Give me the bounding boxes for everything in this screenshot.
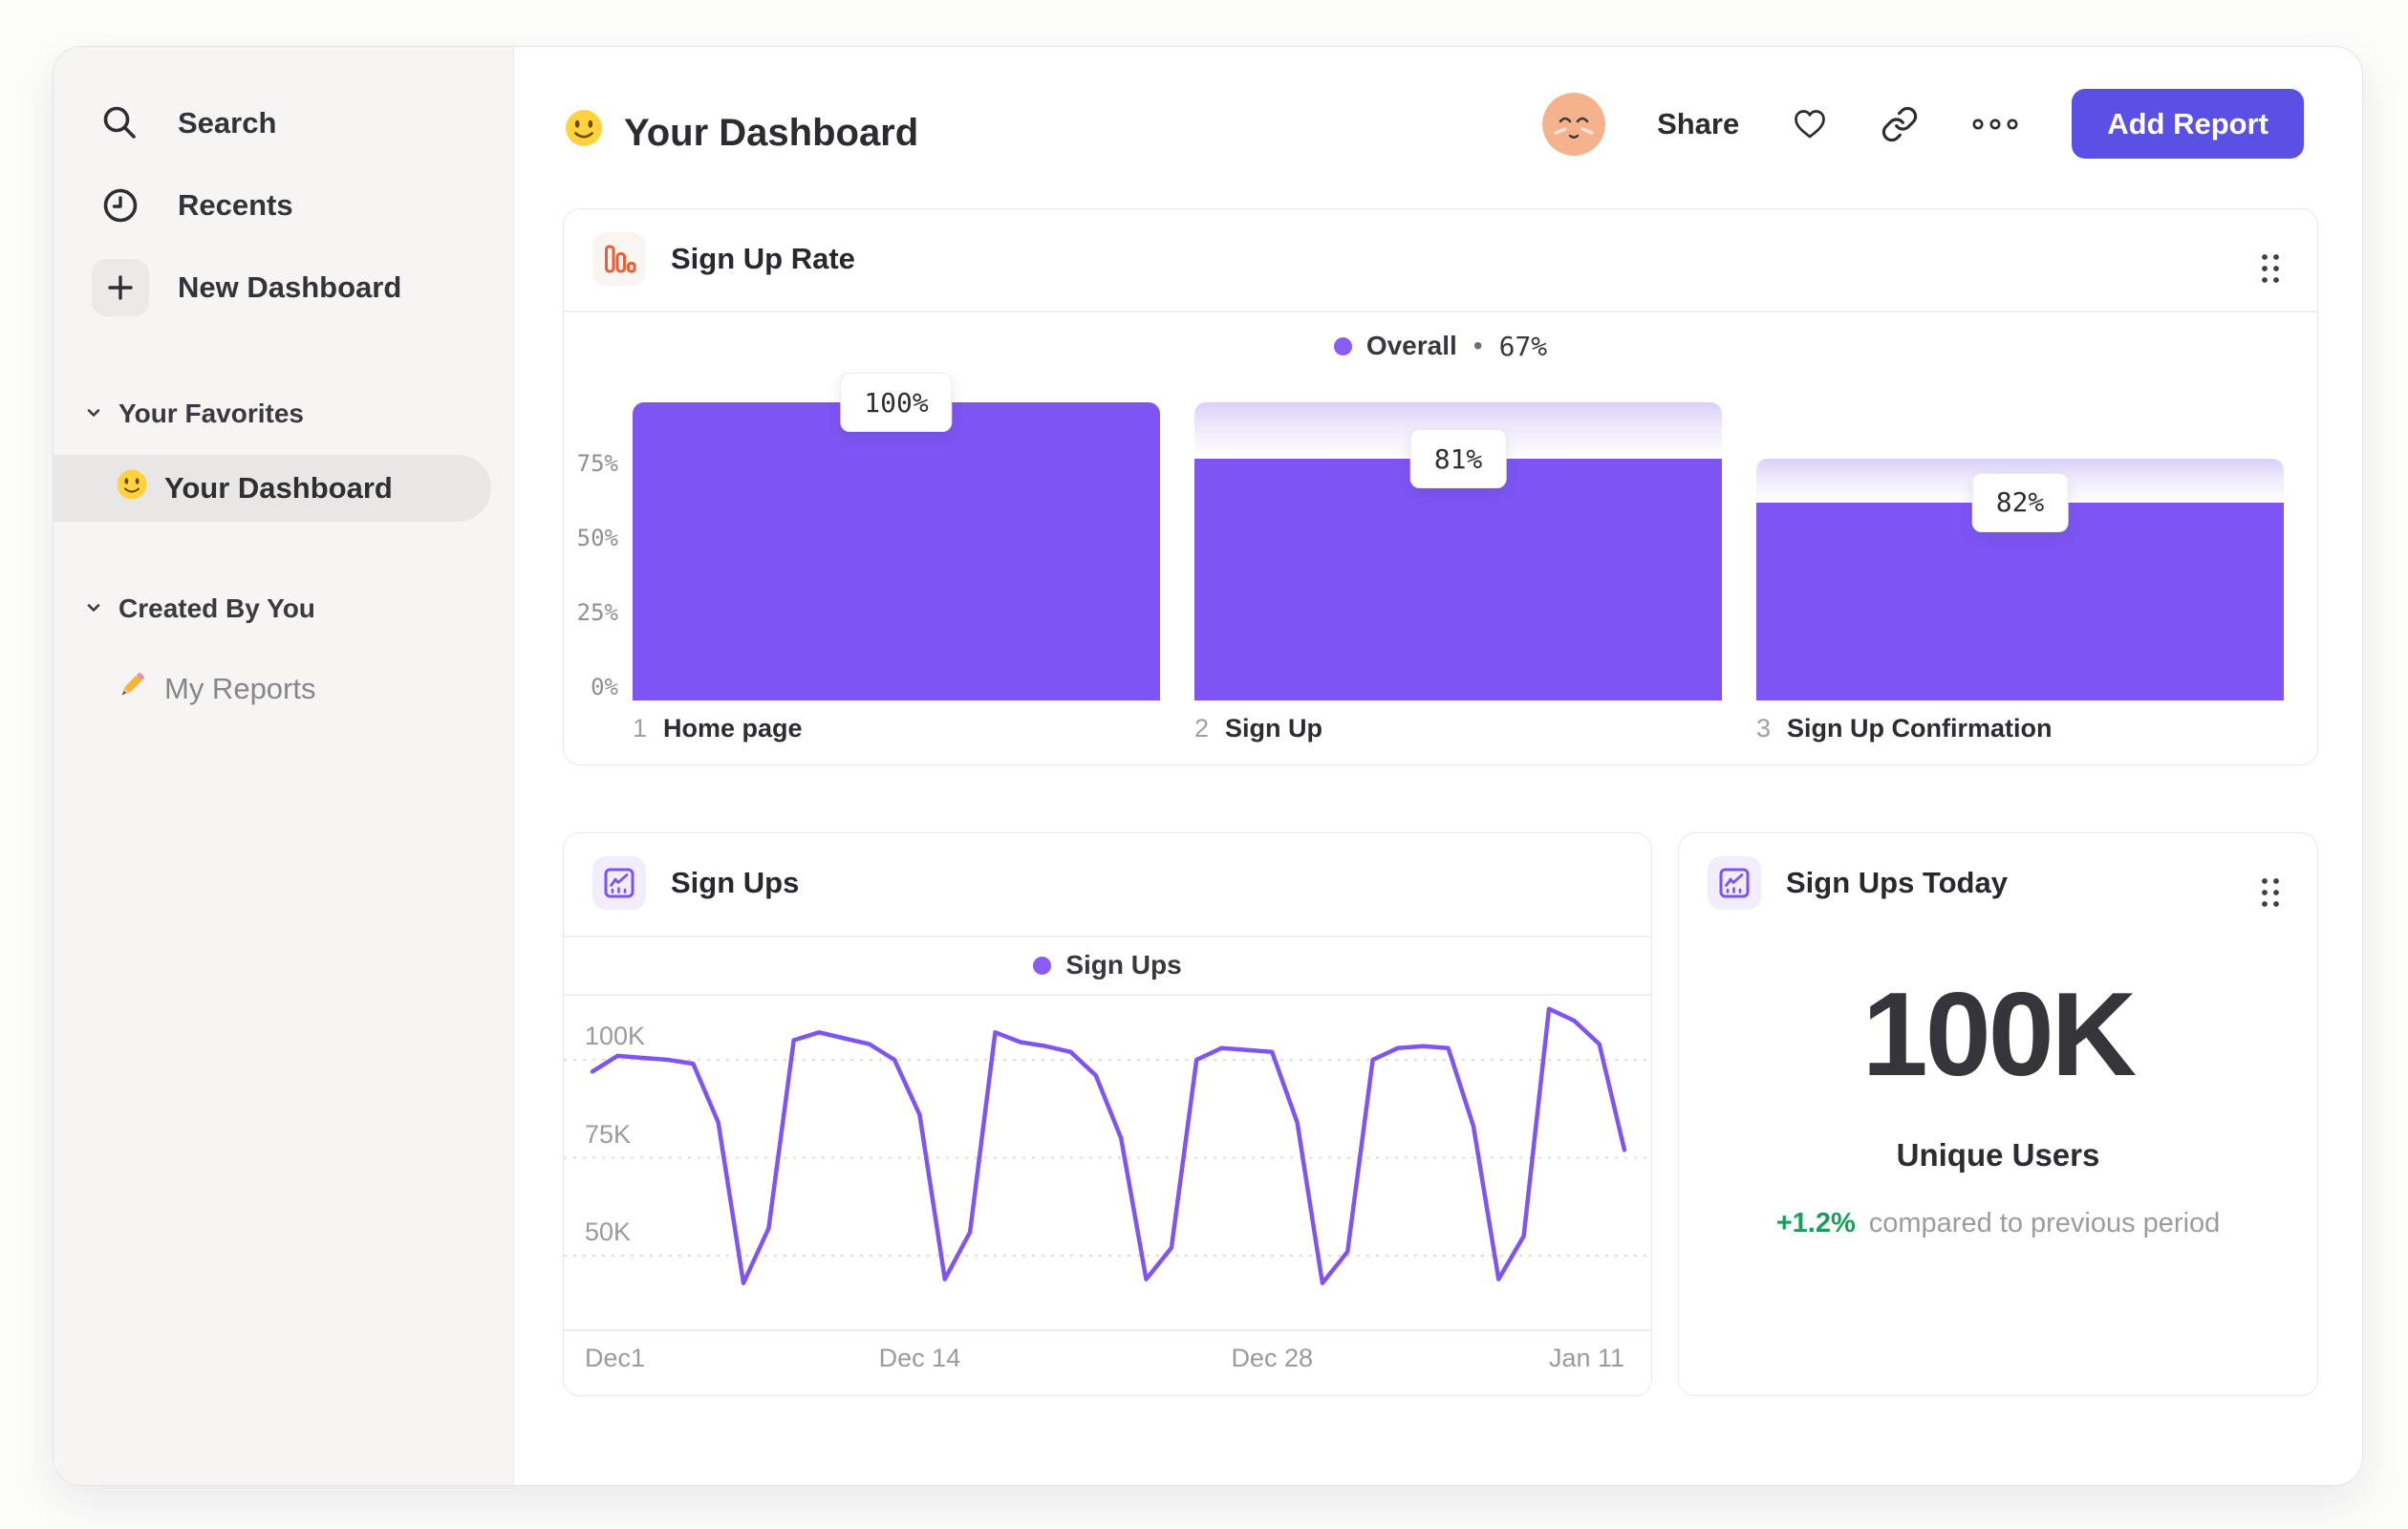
section-label: Created By You [118, 593, 315, 623]
funnel-y-tick-label: 25% [576, 599, 618, 626]
search-icon [92, 95, 149, 152]
sidebar-item-new-dashboard[interactable]: New Dashboard [92, 259, 401, 316]
big-number-value: 100K [1861, 969, 2137, 1101]
line-chart-svg [564, 1006, 1651, 1331]
drag-handle-icon[interactable] [2258, 873, 2283, 916]
funnel-value-tooltip: 100% [840, 373, 953, 432]
sidebar-item-recents[interactable]: Recents [92, 177, 293, 234]
line-x-tick-label: Dec 28 [1231, 1344, 1313, 1372]
funnel-y-tick-label: 50% [576, 525, 618, 551]
page-title: Your Dashboard [563, 97, 918, 169]
line-series[interactable] [590, 1006, 1627, 1285]
funnel-step-label: 1 Home page [633, 714, 803, 743]
funnel-y-tick-label: 75% [576, 450, 618, 477]
sidebar-item-search[interactable]: Search [92, 95, 276, 152]
sidebar-item-label: Recents [178, 188, 293, 222]
sidebar-item-label: My Reports [164, 672, 316, 705]
chevron-down-icon [84, 398, 103, 429]
delta-row: +1.2% compared to previous period [1679, 1208, 2317, 1239]
funnel-step-label: 2 Sign Up [1194, 714, 1322, 743]
copy-link-icon[interactable] [1881, 105, 1919, 143]
line-y-tick-label: 75K [585, 1119, 632, 1149]
sidebar: Search Recents New Dashboard Your Favori… [54, 47, 514, 1485]
line-y-tick-label: 100K [585, 1022, 646, 1050]
funnel-bar[interactable] [1756, 502, 2284, 700]
funnel-value-tooltip: 81% [1409, 429, 1507, 489]
delta-value: +1.2% [1775, 1208, 1856, 1238]
pencil-emoji-icon [115, 668, 149, 710]
funnel-value-tooltip: 82% [1971, 472, 2069, 532]
sidebar-section-your-favorites[interactable]: Your Favorites [84, 398, 304, 429]
sidebar-item-label: Search [178, 106, 277, 140]
funnel-card[interactable]: Sign Up Rate Overall • 67% 75% 50% 25% 0% 10… [563, 208, 2318, 765]
sidebar-item-my-reports[interactable]: My Reports [115, 660, 315, 718]
add-report-button[interactable]: Add Report [2072, 89, 2304, 159]
sidebar-item-label: Your Dashboard [164, 471, 393, 505]
smiley-emoji-icon [563, 107, 605, 159]
big-number-card[interactable]: Sign Ups Today 100K Unique Users +1.2% c… [1678, 832, 2318, 1396]
metric-label: Unique Users [1896, 1137, 2100, 1173]
card-title: Sign Ups Today [1786, 866, 2008, 899]
smiley-emoji-icon [115, 467, 149, 509]
funnel-step-label: 3 Sign Up Confirmation [1756, 714, 2053, 743]
line-chart-card[interactable]: Sign Ups Sign Ups 100K 75K 50K Dec1 Dec 14 De… [563, 832, 1652, 1396]
step-index: 3 [1756, 714, 1772, 743]
sidebar-section-created-by-you[interactable]: Created By You [84, 593, 315, 624]
plus-icon [92, 259, 149, 316]
step-name: Sign Up [1225, 714, 1323, 743]
chevron-down-icon [84, 593, 103, 624]
funnel-plot: 75% 50% 25% 0% 100% 1 Home page 81% 2 Sign Up 82% 3… [564, 209, 2317, 764]
section-label: Your Favorites [118, 398, 304, 428]
clock-icon [92, 177, 149, 234]
delta-note: compared to previous period [1868, 1208, 2221, 1238]
funnel-bar[interactable] [633, 402, 1160, 700]
more-options-icon[interactable] [1970, 115, 2020, 134]
step-index: 1 [633, 714, 648, 743]
funnel-y-tick-label: 0% [591, 674, 618, 700]
sidebar-item-label: New Dashboard [178, 270, 402, 304]
share-button[interactable]: Share [1657, 107, 1739, 141]
step-name: Sign Up Confirmation [1787, 714, 2053, 743]
line-x-tick-label: Jan 11 [1548, 1344, 1624, 1372]
favorite-heart-icon[interactable] [1791, 105, 1829, 143]
header-actions: Share Add Report [1542, 89, 2304, 159]
avatar[interactable] [1542, 92, 1606, 156]
line-x-tick-label: Dec 14 [878, 1344, 961, 1372]
step-name: Home page [663, 714, 803, 743]
sidebar-item-your-dashboard[interactable]: Your Dashboard [54, 455, 491, 522]
line-plot: 100K 75K 50K Dec1 Dec 14 Dec 28 Jan 11 [564, 833, 1651, 1395]
line-x-tick-label: Dec1 [585, 1344, 646, 1372]
funnel-bar[interactable] [1194, 459, 1722, 700]
line-chart-icon [1708, 856, 1761, 910]
page: { "sidebar": { "items": [ { "icon": "sea… [0, 0, 2408, 1529]
line-y-tick-label: 50K [585, 1217, 632, 1246]
step-index: 2 [1194, 714, 1210, 743]
app-window: Search Recents New Dashboard Your Favori… [53, 46, 2363, 1486]
today-card-header: Sign Ups Today [1708, 856, 2008, 910]
